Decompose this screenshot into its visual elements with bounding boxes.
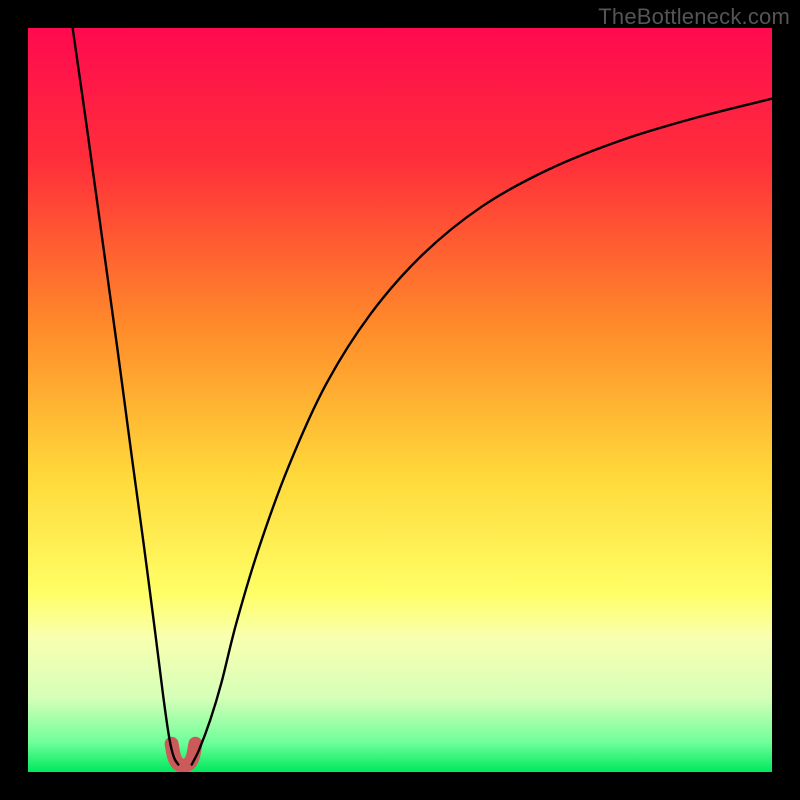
chart-frame: TheBottleneck.com: [0, 0, 800, 800]
watermark-text: TheBottleneck.com: [598, 4, 790, 30]
chart-svg: [28, 28, 772, 772]
gradient-background: [28, 28, 772, 772]
plot-area: [28, 28, 772, 772]
